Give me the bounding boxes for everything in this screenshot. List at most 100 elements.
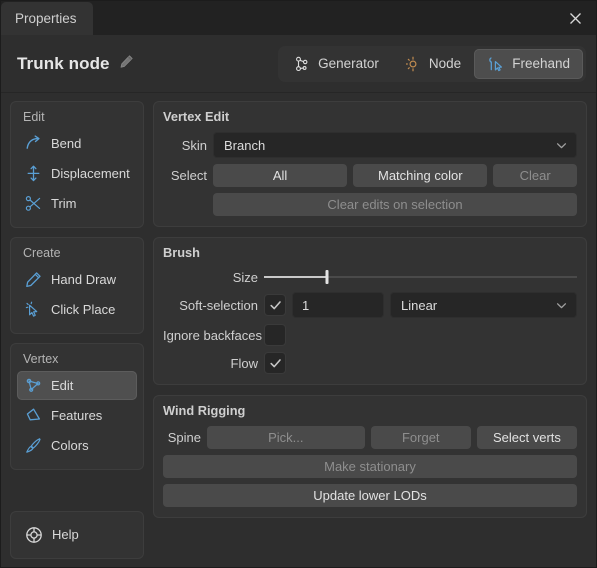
click-cursor-icon (25, 301, 42, 318)
content: Vertex Edit Skin Branch Select All Match… (153, 101, 587, 559)
pencil-icon (25, 271, 42, 288)
sidebar-group-vertex: Vertex Edit Features Colors (10, 343, 144, 470)
select-all-button[interactable]: All (213, 164, 348, 187)
tab-generator-label: Generator (318, 56, 379, 71)
sidebar-item-features[interactable]: Features (17, 401, 137, 430)
lifebuoy-icon (25, 526, 43, 544)
tab-properties[interactable]: Properties (1, 2, 93, 35)
sidebar-group-help: Help (10, 511, 144, 559)
update-lower-lods-button[interactable]: Update lower LODs (163, 484, 577, 507)
sidebar-item-trim[interactable]: Trim (17, 189, 137, 218)
mode-tabs: Generator Node Freehand (278, 45, 586, 82)
falloff-select-value: Linear (401, 297, 438, 313)
panel-wind-rigging: Wind Rigging Spine Pick... Forget Select… (153, 395, 587, 518)
soft-selection-value-input[interactable]: 1 (292, 292, 384, 318)
select-matching-color-button[interactable]: Matching color (353, 164, 488, 187)
node-tree-icon (294, 56, 310, 72)
sidebar-item-trim-label: Trim (51, 196, 77, 211)
spine-forget-button[interactable]: Forget (370, 426, 471, 449)
spine-label: Spine (167, 430, 201, 445)
flow-checkbox[interactable] (264, 352, 286, 374)
panel-brush: Brush Size Soft-selection 1 Linear Ignor… (153, 237, 587, 385)
skin-select[interactable]: Branch (213, 132, 577, 158)
panel-wind-rigging-title: Wind Rigging (163, 403, 246, 418)
select-label: Select (170, 168, 207, 183)
flow-row: Flow (163, 352, 577, 374)
tab-freehand-label: Freehand (512, 56, 570, 71)
sidebar-item-bend-label: Bend (51, 136, 82, 151)
polygon-icon (25, 407, 42, 424)
sidebar-item-vertex-edit[interactable]: Edit (17, 371, 137, 400)
tab-freehand[interactable]: Freehand (474, 48, 583, 79)
select-clear-button[interactable]: Clear (493, 164, 577, 187)
close-icon[interactable] (562, 6, 588, 30)
flow-label: Flow (230, 355, 258, 371)
sidebar-group-edit: Edit Bend Displacement Trim (10, 101, 144, 228)
title-area: Trunk node (17, 54, 278, 74)
slider-fill (264, 276, 327, 278)
ignore-backfaces-checkbox[interactable] (264, 324, 286, 346)
displacement-arrow-icon (25, 165, 42, 182)
panel-brush-title: Brush (163, 245, 200, 260)
chevron-down-icon (555, 139, 568, 152)
panel-vertex-edit: Vertex Edit Skin Branch Select All Match… (153, 101, 587, 227)
slider-knob[interactable] (325, 270, 329, 284)
panel-vertex-edit-title: Vertex Edit (163, 109, 230, 124)
brush-size-slider[interactable] (264, 268, 577, 286)
titlebar: Properties (1, 1, 596, 35)
tab-properties-label: Properties (15, 11, 77, 26)
spine-row: Spine Pick... Forget Select verts (163, 426, 578, 449)
sidebar-item-bend[interactable]: Bend (17, 129, 137, 158)
paintbrush-icon (25, 437, 42, 454)
bend-arrow-icon (25, 135, 42, 152)
freehand-cursor-icon (487, 56, 504, 72)
scissors-icon (25, 195, 42, 212)
make-stationary-row: Make stationary (163, 455, 577, 478)
falloff-select[interactable]: Linear (390, 292, 577, 318)
body: Edit Bend Displacement Trim Create Hand … (1, 93, 596, 567)
properties-window: Properties Trunk node Generator Node Fre… (0, 0, 597, 568)
sidebar: Edit Bend Displacement Trim Create Hand … (10, 101, 144, 559)
ignore-backfaces-row: Ignore backfaces (163, 324, 577, 346)
node-point-icon (405, 56, 421, 72)
sidebar-group-vertex-title: Vertex (23, 352, 59, 366)
soft-selection-row: Soft-selection 1 Linear (163, 292, 577, 318)
vertex-edit-icon (25, 377, 42, 394)
sidebar-item-displacement-label: Displacement (51, 166, 130, 181)
skin-label: Skin (181, 137, 207, 153)
skin-select-value: Branch (224, 137, 266, 153)
select-row: Select All Matching color Clear (163, 164, 577, 187)
make-stationary-button[interactable]: Make stationary (163, 455, 577, 478)
sidebar-item-colors[interactable]: Colors (17, 431, 137, 460)
page-title: Trunk node (17, 53, 110, 73)
sidebar-item-vertex-edit-label: Edit (51, 378, 74, 393)
chevron-down-icon (555, 299, 568, 312)
sidebar-item-colors-label: Colors (51, 438, 89, 453)
tab-node-label: Node (428, 56, 462, 71)
update-lods-row: Update lower LODs (163, 484, 577, 507)
window-tabstrip: Properties (1, 1, 93, 35)
skin-row: Skin Branch (163, 132, 577, 158)
sidebar-item-hand-draw[interactable]: Hand Draw (17, 265, 137, 294)
sidebar-group-create-title: Create (23, 246, 61, 260)
tab-generator[interactable]: Generator (281, 49, 392, 79)
ignore-backfaces-label: Ignore backfaces (163, 327, 263, 343)
tab-node[interactable]: Node (392, 49, 474, 79)
brush-size-label: Size (232, 269, 258, 285)
sidebar-item-displacement[interactable]: Displacement (17, 159, 137, 188)
spine-select-verts-button[interactable]: Select verts (476, 426, 578, 449)
clear-edits-row: Clear edits on selection (163, 193, 577, 216)
sidebar-group-edit-title: Edit (23, 110, 45, 124)
soft-selection-checkbox[interactable] (264, 294, 286, 316)
header: Trunk node Generator Node Freehand (1, 35, 596, 93)
spine-pick-button[interactable]: Pick... (207, 426, 365, 449)
sidebar-item-features-label: Features (51, 408, 103, 423)
sidebar-item-click-place[interactable]: Click Place (17, 295, 137, 324)
sidebar-item-click-place-label: Click Place (51, 302, 116, 317)
pencil-icon[interactable] (119, 54, 134, 74)
soft-selection-label: Soft-selection (179, 297, 258, 313)
sidebar-item-help[interactable]: Help (17, 520, 137, 549)
clear-edits-on-selection-button[interactable]: Clear edits on selection (213, 193, 577, 216)
sidebar-item-hand-draw-label: Hand Draw (51, 272, 117, 287)
sidebar-group-create: Create Hand Draw Click Place (10, 237, 144, 334)
